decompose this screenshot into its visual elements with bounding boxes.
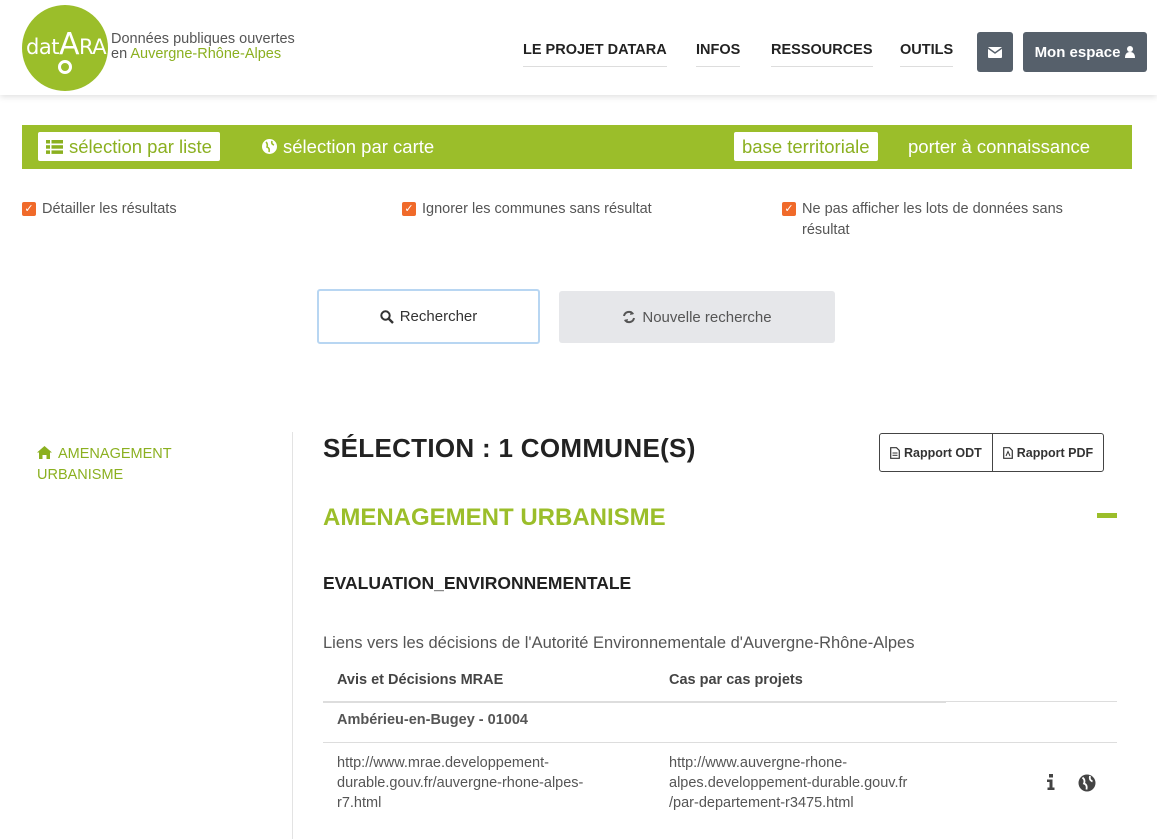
table-row-divider bbox=[323, 742, 1117, 743]
subsection-title: EVALUATION_ENVIRONNEMENTALE bbox=[323, 573, 632, 593]
info-icon[interactable] bbox=[1047, 774, 1055, 790]
map-globe-icon[interactable] bbox=[1078, 774, 1096, 792]
report-pdf-label: Rapport PDF bbox=[1016, 445, 1094, 460]
logo-wordmark: datARA bbox=[26, 27, 107, 62]
checkbox-ignore[interactable]: ✓ bbox=[402, 202, 416, 216]
tab-map-selection[interactable]: sélection par carte bbox=[254, 132, 442, 161]
option-hide-empty-label: Ne pas afficher les lots de données sans… bbox=[782, 199, 1102, 241]
mrae-link-line1: http://www.mrae.developpement- bbox=[337, 755, 549, 771]
cas-link-line1: http://www.auvergne-rhone- bbox=[669, 755, 848, 771]
table-cell-cas-link[interactable]: http://www.auvergne-rhone- alpes.develop… bbox=[669, 753, 907, 813]
option-ignore-label: Ignorer les communes sans résultat bbox=[422, 201, 652, 217]
option-detail-label: Détailler les résultats bbox=[42, 201, 177, 217]
logo-caption-region: Auvergne-Rhône-Alpes bbox=[130, 46, 282, 62]
collapse-minus-icon[interactable] bbox=[1097, 513, 1117, 518]
mrae-link-line3: r7.html bbox=[337, 795, 382, 811]
account-button[interactable]: Mon espace bbox=[1023, 32, 1147, 72]
user-icon bbox=[1125, 46, 1136, 58]
table-header-divider-right bbox=[946, 701, 1117, 702]
section-title: AMENAGEMENT URBANISME bbox=[323, 504, 666, 531]
tab-list-selection[interactable]: sélection par liste bbox=[38, 132, 220, 161]
selection-title: SÉLECTION : 1 COMMUNE(S) bbox=[323, 433, 696, 463]
sidebar-item-label-line2: URBANISME bbox=[37, 467, 124, 483]
selection-toolbar: sélection par liste sélection par carte … bbox=[22, 125, 1132, 169]
report-pdf-button[interactable]: Rapport PDF bbox=[991, 434, 1103, 471]
logo-ring-icon bbox=[58, 60, 72, 74]
logo-caption-line1: Données publiques ouvertes bbox=[111, 31, 295, 47]
nav-item-infos[interactable]: INFOS bbox=[696, 42, 741, 67]
site-header: datARA Données publiques ouvertes en Auv… bbox=[0, 0, 1157, 95]
mrae-link-line2: durable.gouv.fr/auvergne-rhone-alpes- bbox=[337, 775, 584, 791]
sidebar-divider bbox=[292, 432, 293, 839]
logo-caption: Données publiques ouvertes en Auvergne-R… bbox=[111, 32, 295, 62]
search-icon bbox=[380, 309, 394, 324]
report-odt-button[interactable]: Rapport ODT bbox=[880, 434, 992, 471]
tab-list-selection-label: sélection par liste bbox=[69, 135, 212, 157]
new-search-button-label: Nouvelle recherche bbox=[642, 308, 772, 326]
cas-link-line2: alpes.developpement-durable.gouv.fr bbox=[669, 775, 908, 791]
report-button-group: Rapport ODT Rapport PDF bbox=[879, 433, 1105, 472]
pdf-file-icon bbox=[1002, 446, 1013, 459]
table-cell-mrae-link[interactable]: http://www.mrae.developpement- durable.g… bbox=[337, 753, 583, 813]
refresh-icon bbox=[623, 310, 636, 324]
cas-link-line3: /par-departement-r3475.html bbox=[669, 795, 854, 811]
dataset-description: Liens vers les décisions de l'Autorité E… bbox=[323, 634, 915, 652]
sidebar-item-label-line1: AMENAGEMENT bbox=[58, 446, 172, 462]
nav-item-projet[interactable]: LE PROJET DATARA bbox=[523, 42, 667, 67]
search-button[interactable]: Rechercher bbox=[317, 289, 540, 344]
option-hide-empty-line2: résultat bbox=[802, 222, 850, 238]
home-icon bbox=[37, 446, 52, 459]
report-odt-label: Rapport ODT bbox=[904, 445, 982, 460]
account-label: Mon espace bbox=[1034, 43, 1121, 61]
nav-item-outils[interactable]: OUTILS bbox=[900, 42, 954, 67]
option-ignore[interactable]: ✓ Ignorer les communes sans résultat bbox=[402, 199, 652, 220]
option-hide-empty[interactable]: ✓ Ne pas afficher les lots de données sa… bbox=[782, 199, 1102, 241]
table-header-cas-par-cas: Cas par cas projets bbox=[669, 672, 803, 688]
new-search-button[interactable]: Nouvelle recherche bbox=[559, 291, 835, 343]
table-header-divider bbox=[323, 701, 946, 703]
tab-map-selection-label: sélection par carte bbox=[283, 135, 435, 157]
globe-icon bbox=[262, 139, 277, 154]
nav-item-ressources[interactable]: RESSOURCES bbox=[771, 42, 873, 67]
search-button-label: Rechercher bbox=[399, 308, 478, 325]
logo-caption-prefix: en bbox=[111, 46, 131, 62]
table-group-row: Ambérieu-en-Bugey - 01004 bbox=[337, 712, 528, 728]
list-icon bbox=[46, 139, 63, 154]
sidebar-item-amenagement[interactable]: AMENAGEMENT URBANISME bbox=[37, 444, 257, 486]
mail-button[interactable] bbox=[977, 32, 1013, 72]
file-icon bbox=[890, 446, 900, 459]
tab-territorial-base[interactable]: base territoriale bbox=[734, 132, 878, 161]
option-detail[interactable]: ✓ Détailler les résultats bbox=[22, 199, 177, 220]
table-header-mrae: Avis et Décisions MRAE bbox=[337, 672, 504, 688]
tab-porter-connaissance[interactable]: porter à connaissance bbox=[900, 132, 1098, 161]
checkbox-hide-empty[interactable]: ✓ bbox=[782, 202, 796, 216]
envelope-icon bbox=[988, 46, 1002, 58]
checkbox-detail[interactable]: ✓ bbox=[22, 202, 36, 216]
option-hide-empty-line1: Ne pas afficher les lots de données sans bbox=[802, 201, 1063, 217]
